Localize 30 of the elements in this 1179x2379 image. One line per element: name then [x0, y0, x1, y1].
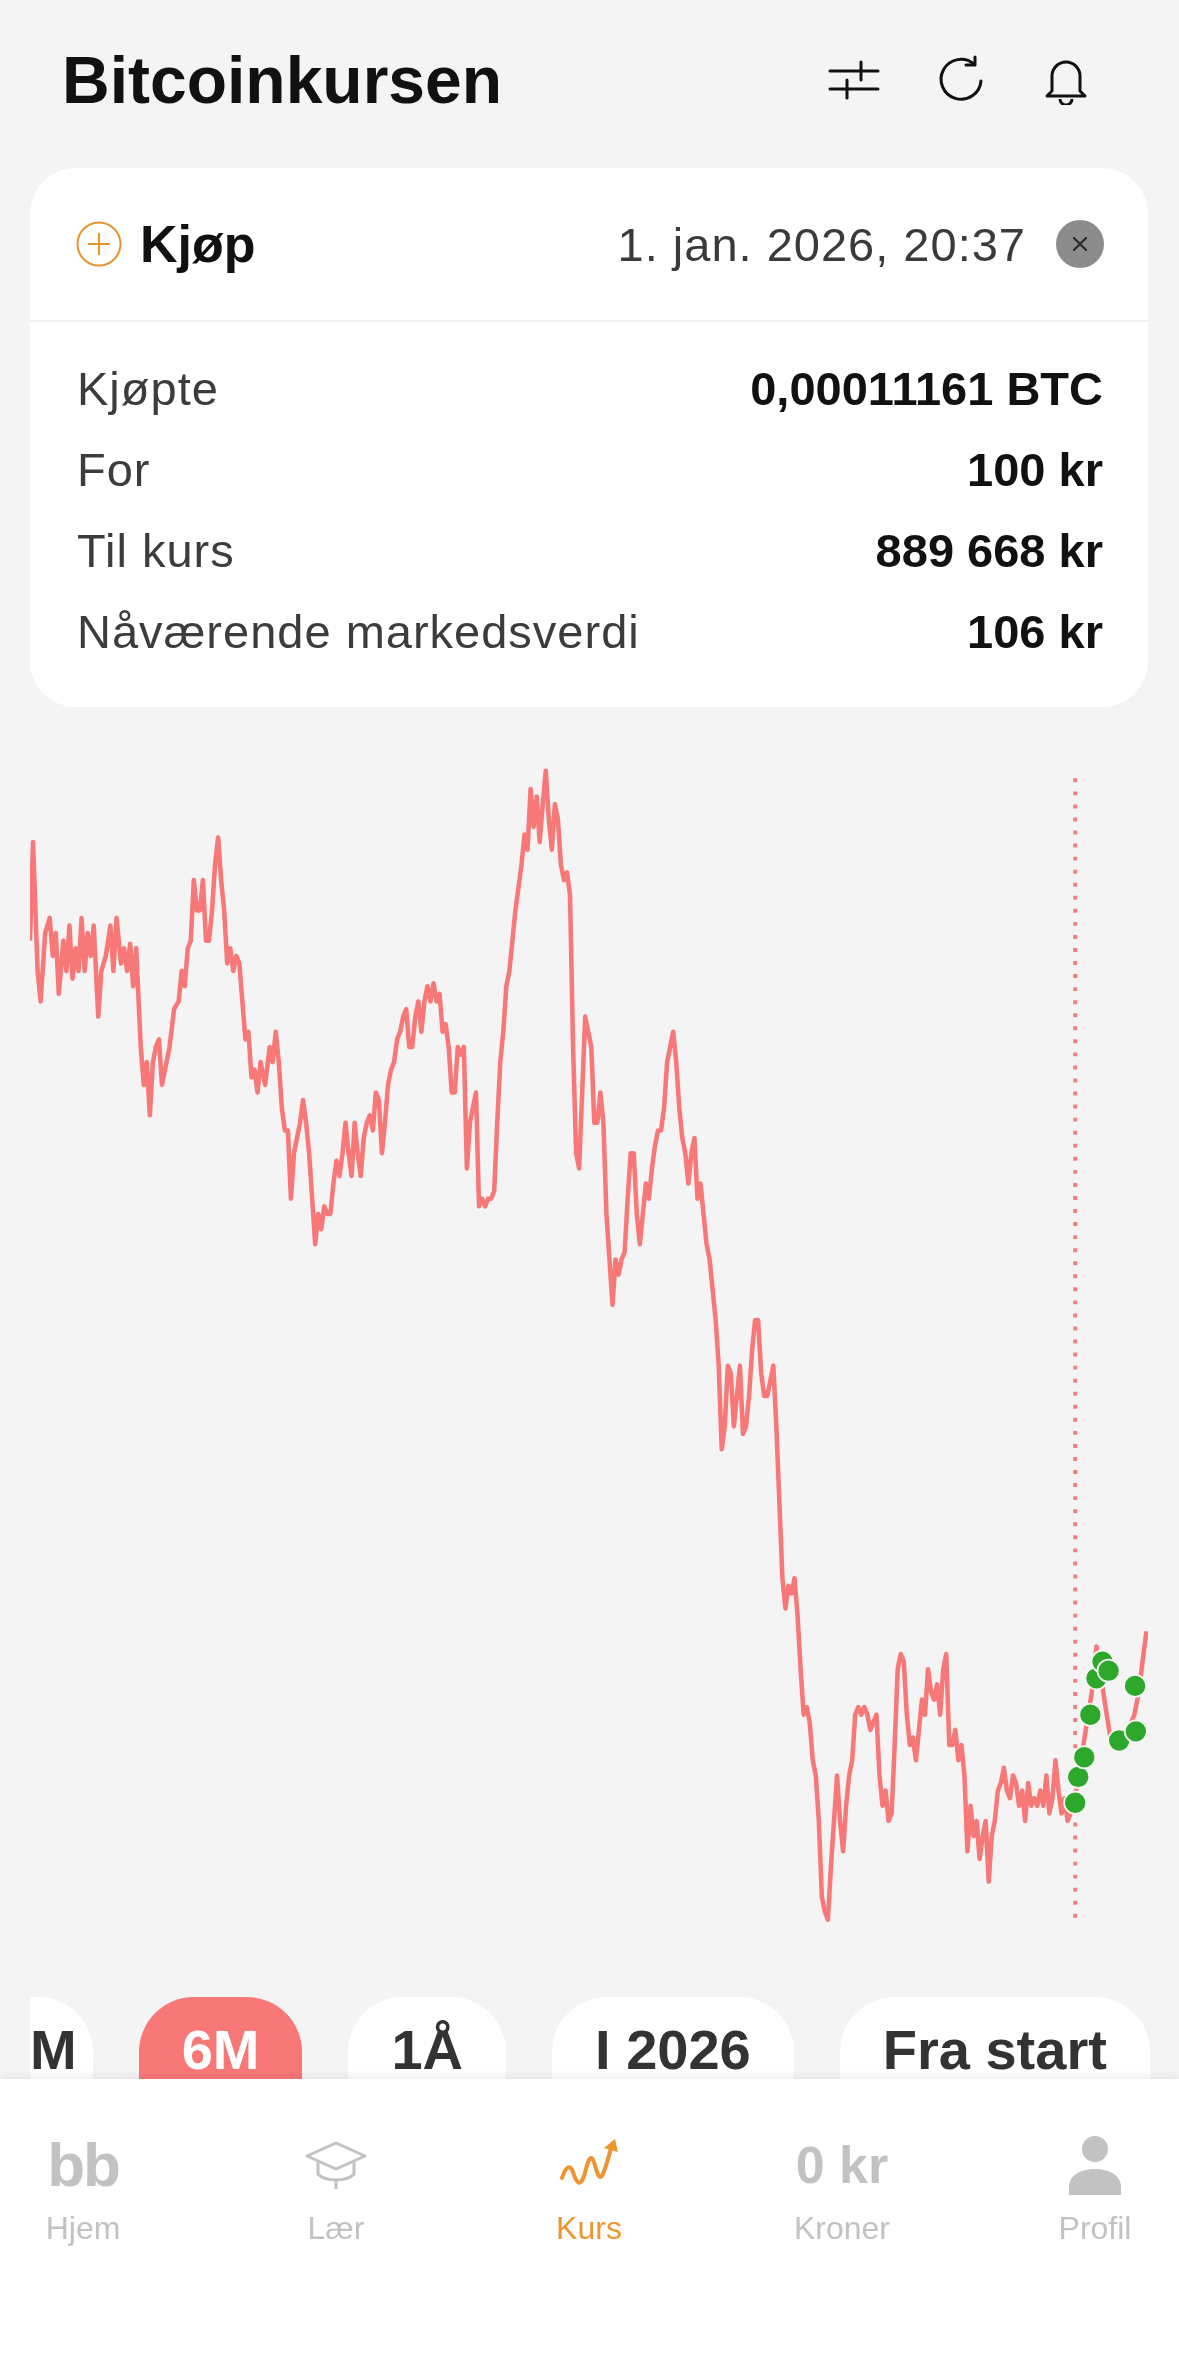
detail-value: 106 kr [967, 608, 1103, 655]
detail-label: For [77, 446, 151, 493]
period-tab[interactable]: M [30, 1997, 93, 2079]
purchase-marker [1123, 1719, 1148, 1744]
purchase-marker [1078, 1702, 1103, 1727]
purchase-marker [1123, 1673, 1148, 1698]
nav-tab[interactable]: 0 kr Kroner [762, 2133, 922, 2246]
period-tab[interactable]: 6M [138, 1997, 303, 2079]
detail-value: 100 kr [967, 446, 1103, 493]
page-title: Bitcoinkursen [62, 47, 503, 119]
purchase-marker [1072, 1745, 1097, 1770]
graduation-cap-icon [305, 2140, 367, 2190]
person-icon [1067, 2135, 1123, 2195]
nav-tab[interactable]: Profil [1015, 2133, 1175, 2246]
period-tab[interactable]: Fra start [839, 1997, 1150, 2079]
period-tab[interactable]: I 2026 [552, 1997, 794, 2079]
app-logo: bb [47, 2133, 119, 2197]
detail-value: 889 668 kr [875, 527, 1103, 574]
balance-amount: 0 kr [795, 2135, 889, 2196]
purchase-marker [1063, 1790, 1088, 1815]
nav-tab[interactable]: Kurs [509, 2133, 669, 2246]
close-icon[interactable] [1056, 220, 1104, 268]
nav-tab[interactable]: bb Hjem [3, 2133, 163, 2246]
period-tab[interactable]: 1Å [348, 1997, 507, 2079]
detail-label: Nåværende markedsverdi [77, 608, 640, 655]
purchase-marker [1066, 1764, 1091, 1789]
detail-value: 0,00011161 BTC [750, 365, 1103, 412]
detail-label: Til kurs [77, 527, 235, 574]
plus-circle-icon [76, 221, 122, 267]
nav-tab[interactable]: Lær [256, 2133, 416, 2246]
